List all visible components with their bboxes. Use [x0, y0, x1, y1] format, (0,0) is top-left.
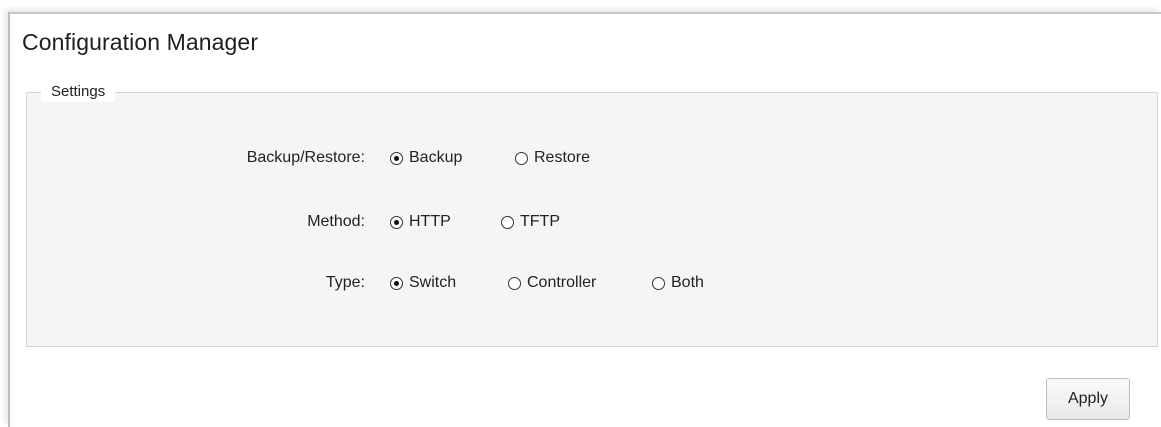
settings-legend: Settings [41, 82, 116, 102]
switch-radio-circle[interactable] [390, 276, 403, 290]
both-radio[interactable]: Both [652, 271, 704, 295]
restore-radio-circle[interactable] [515, 151, 528, 165]
switch-radio[interactable]: Switch [390, 271, 456, 295]
restore-radio[interactable]: Restore [515, 146, 590, 170]
controller-radio[interactable]: Controller [508, 271, 596, 295]
both-radio-label: Both [671, 274, 704, 291]
backup-restore-label: Backup/Restore: [246, 149, 365, 166]
backup-radio-circle[interactable] [390, 151, 403, 165]
restore-radio-label: Restore [534, 149, 591, 166]
tftp-radio-label: TFTP [520, 213, 560, 230]
method-row: Method: HTTP TFTP [27, 210, 1157, 234]
configuration-manager-panel: Configuration Manager Settings Backup/Re… [8, 12, 1161, 427]
both-radio-circle[interactable] [652, 276, 665, 290]
method-label: Method: [307, 213, 365, 230]
http-radio[interactable]: HTTP [390, 210, 451, 234]
http-radio-circle[interactable] [390, 215, 403, 229]
controller-radio-circle[interactable] [508, 276, 521, 290]
type-row: Type: Switch Controller Both [27, 271, 1157, 295]
controller-radio-label: Controller [527, 274, 597, 291]
tftp-radio[interactable]: TFTP [501, 210, 560, 234]
tftp-radio-circle[interactable] [501, 215, 514, 229]
switch-radio-label: Switch [409, 274, 457, 291]
settings-fieldset: Settings Backup/Restore: Backup Restore … [26, 82, 1158, 347]
backup-radio[interactable]: Backup [390, 146, 462, 170]
backup-radio-label: Backup [409, 149, 463, 166]
page-title: Configuration Manager [22, 29, 259, 55]
apply-button[interactable]: Apply [1046, 378, 1130, 420]
backup-restore-row: Backup/Restore: Backup Restore [27, 146, 1157, 170]
type-label: Type: [325, 274, 365, 291]
http-radio-label: HTTP [409, 213, 451, 230]
